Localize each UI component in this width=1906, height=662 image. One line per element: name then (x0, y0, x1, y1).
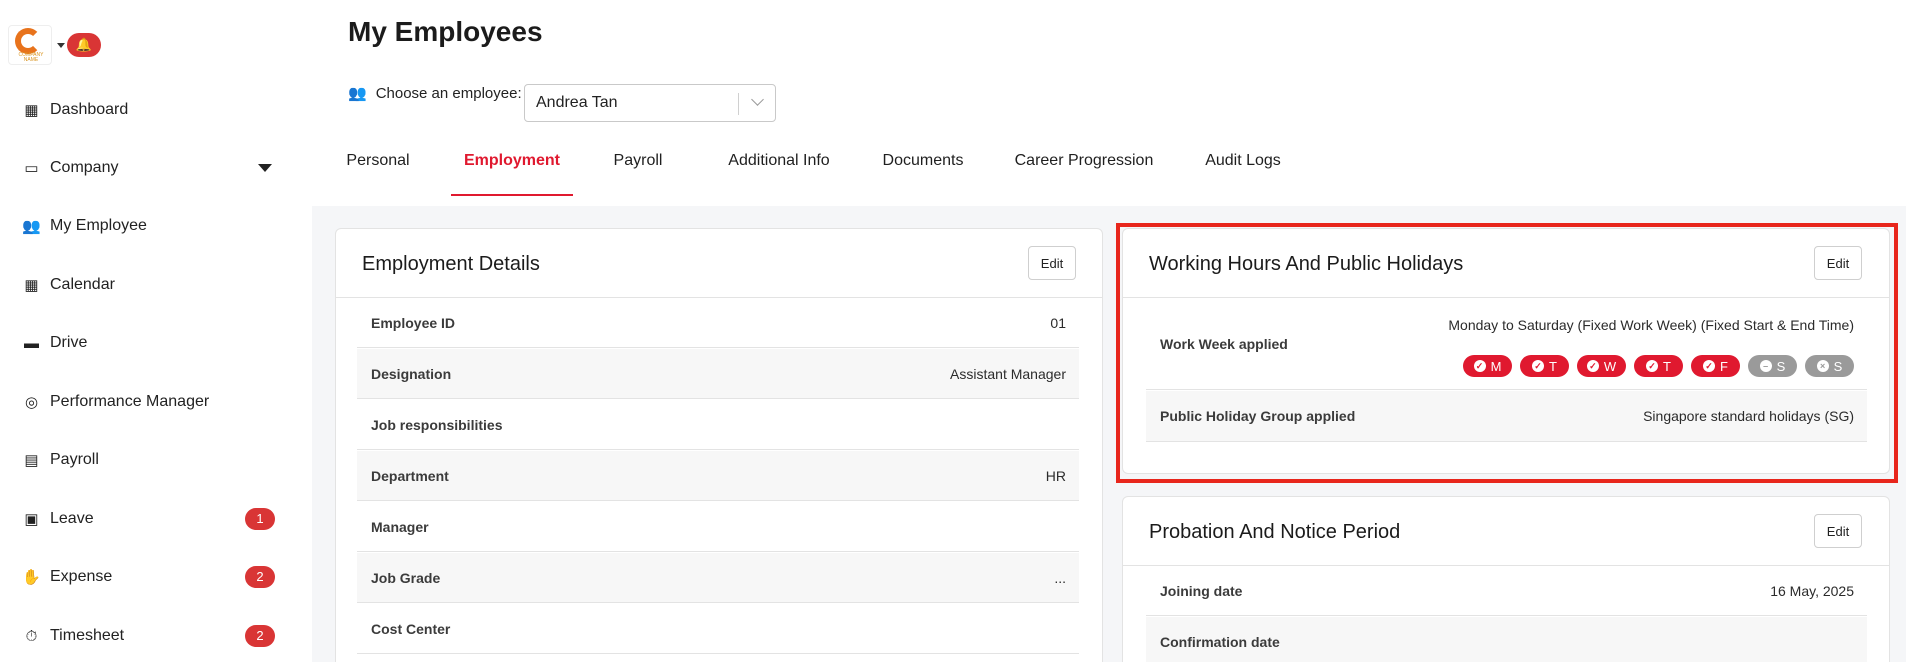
employee-select[interactable]: Andrea Tan (524, 84, 776, 122)
row-value: HR (1045, 468, 1066, 484)
sidebar-item-label: Dashboard (50, 101, 129, 118)
tab-audit-logs[interactable]: Audit Logs (1202, 152, 1284, 196)
detail-row-job-responsibilities: Job responsibilities (357, 400, 1079, 450)
sidebar-item-label: Expense (50, 568, 113, 585)
sidebar-item-label: Calendar (50, 276, 115, 293)
sidebar-item-dashboard[interactable]: ▦ Dashboard (0, 90, 312, 130)
sidebar-item-leave[interactable]: ▣ Leave 1 (0, 499, 312, 539)
target-icon: ◎ (24, 394, 39, 411)
edit-employment-button[interactable]: Edit (1028, 246, 1076, 280)
detail-row-cost-center: Cost Center (357, 604, 1079, 654)
logo-text: COMPANY NAME (18, 52, 44, 63)
row-value: 16 May, 2025 (1770, 583, 1854, 599)
sidebar-item-label: Leave (50, 510, 94, 527)
tab-employment[interactable]: Employment (451, 152, 573, 196)
row-label: Job responsibilities (371, 417, 503, 433)
logo-row: COMPANY NAME 🔔 (8, 25, 101, 65)
tab-payroll[interactable]: Payroll (608, 152, 668, 196)
chevron-down-icon[interactable] (751, 93, 764, 106)
row-label: Employee ID (371, 315, 456, 331)
detail-row-joining-date: Joining date 16 May, 2025 (1146, 566, 1867, 616)
row-value: ... (1054, 570, 1066, 586)
row-label: Confirmation date (1160, 634, 1280, 650)
detail-row-manager: Manager (357, 502, 1079, 552)
page-header: My Employees 👥 Choose an employee: Andre… (312, 0, 1906, 206)
row-label: Manager (371, 519, 429, 535)
page-title: My Employees (348, 16, 543, 47)
employee-tabs: Personal Employment Payroll Additional I… (312, 152, 1906, 196)
calendar-plus-icon: ▣ (24, 511, 39, 528)
sidebar-item-label: Company (50, 159, 119, 176)
row-value: Assistant Manager (950, 366, 1066, 382)
detail-row-confirmation-date: Confirmation date (1146, 617, 1867, 662)
row-label: Department (371, 468, 449, 484)
sidebar-item-performance-manager[interactable]: ◎ Performance Manager (0, 382, 312, 422)
sidebar-item-label: My Employee (50, 217, 147, 234)
users-icon: 👥 (348, 85, 367, 102)
count-badge: 2 (245, 625, 275, 647)
sidebar-item-expense[interactable]: ✋ Expense 2 (0, 557, 312, 597)
sidebar-item-timesheet[interactable]: ⏱ Timesheet 2 (0, 616, 312, 656)
sidebar-item-company[interactable]: ▭ Company (0, 148, 312, 188)
employment-details-card: Employment Details Edit Employee ID 01 D… (335, 228, 1103, 662)
probation-card: Probation And Notice Period Edit Joining… (1122, 496, 1890, 662)
tab-personal[interactable]: Personal (338, 152, 418, 196)
card-title: Probation And Notice Period (1149, 521, 1401, 543)
stopwatch-icon: ⏱ (25, 627, 38, 645)
detail-row-department: Department HR (357, 451, 1079, 501)
detail-row-designation: Designation Assistant Manager (357, 349, 1079, 399)
sidebar-item-label: Performance Manager (50, 393, 210, 410)
detail-row-job-grade: Job Grade ... (357, 553, 1079, 603)
row-label: Joining date (1160, 583, 1243, 599)
sidebar-item-label: Drive (50, 334, 88, 351)
dashboard-icon: ▦ (24, 102, 39, 119)
sidebar-item-label: Timesheet (50, 627, 125, 644)
employee-select-value: Andrea Tan (536, 94, 618, 111)
sidebar-item-calendar[interactable]: ▦ Calendar (0, 265, 312, 305)
row-label: Designation (371, 366, 452, 382)
money-icon: ▤ (24, 452, 39, 469)
archive-icon: ▭ (24, 160, 39, 177)
hand-coin-icon: ✋ (22, 569, 41, 586)
choose-employee-label: Choose an employee: (375, 84, 522, 102)
bell-icon: 🔔 (75, 37, 93, 52)
notification-button[interactable]: 🔔 (67, 33, 101, 57)
row-label: Cost Center (371, 621, 451, 637)
folder-icon: ▬ (24, 334, 39, 352)
row-value: 01 (1050, 315, 1066, 331)
select-separator (738, 93, 739, 115)
count-badge: 1 (245, 508, 275, 530)
tab-career-progression[interactable]: Career Progression (1012, 152, 1156, 196)
count-badge: 2 (245, 566, 275, 588)
users-icon: 👥 (22, 218, 41, 235)
tab-documents[interactable]: Documents (878, 152, 968, 196)
edit-probation-button[interactable]: Edit (1814, 514, 1862, 548)
tab-additional-info[interactable]: Additional Info (724, 152, 834, 196)
card-title: Employment Details (362, 253, 540, 275)
detail-row-employee-id: Employee ID 01 (357, 298, 1079, 348)
sidebar-item-drive[interactable]: ▬ Drive (0, 323, 312, 363)
caret-down-icon[interactable] (57, 42, 65, 48)
sidebar-item-payroll[interactable]: ▤ Payroll (0, 440, 312, 480)
sidebar-item-my-employee[interactable]: 👥 My Employee (0, 206, 312, 246)
sidebar-item-label: Payroll (50, 451, 99, 468)
sidebar: COMPANY NAME 🔔 ▦ Dashboard ▭ Company 👥 M… (0, 0, 312, 662)
chevron-down-icon (258, 164, 272, 172)
highlight-box (1116, 223, 1898, 483)
company-logo[interactable]: COMPANY NAME (8, 25, 52, 65)
employee-chooser: 👥 Choose an employee: (348, 84, 522, 103)
calendar-icon: ▦ (24, 277, 39, 294)
row-label: Job Grade (371, 570, 441, 586)
